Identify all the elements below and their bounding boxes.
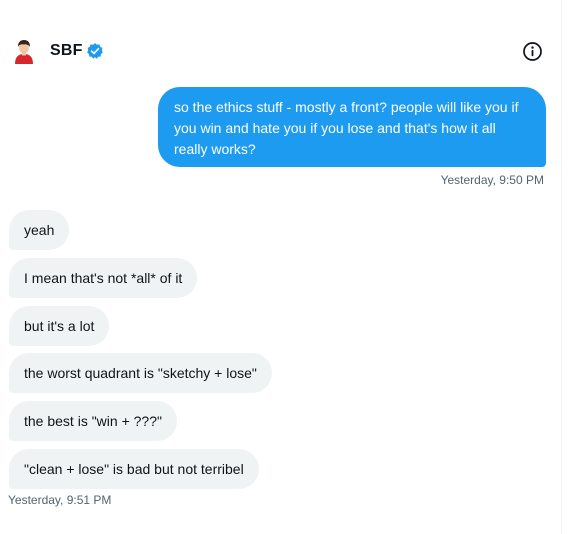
incoming-message-bubble[interactable]: but it's a lot <box>9 306 110 346</box>
info-icon[interactable] <box>522 41 543 62</box>
incoming-message-bubble[interactable]: the best is "win + ???" <box>9 401 177 441</box>
panel-divider <box>561 0 562 534</box>
incoming-message-bubble[interactable]: I mean that's not *all* of it <box>9 258 198 298</box>
contact-name: SBF <box>50 42 83 59</box>
incoming-message-bubble[interactable]: "clean + lose" is bad but not terribel <box>9 449 259 489</box>
contact-name-row: SBF <box>50 42 104 60</box>
incoming-timestamp: Yesterday, 9:51 PM <box>8 493 112 507</box>
outgoing-timestamp: Yesterday, 9:50 PM <box>440 173 544 187</box>
outgoing-message-bubble[interactable]: so the ethics stuff - mostly a front? pe… <box>158 87 546 167</box>
incoming-message-bubble[interactable]: the worst quadrant is "sketchy + lose" <box>9 353 272 393</box>
verified-badge-icon <box>86 42 104 60</box>
incoming-message-bubble[interactable]: yeah <box>9 210 70 250</box>
conversation-header: SBF <box>0 0 560 96</box>
avatar-illustration-icon[interactable] <box>12 38 36 64</box>
